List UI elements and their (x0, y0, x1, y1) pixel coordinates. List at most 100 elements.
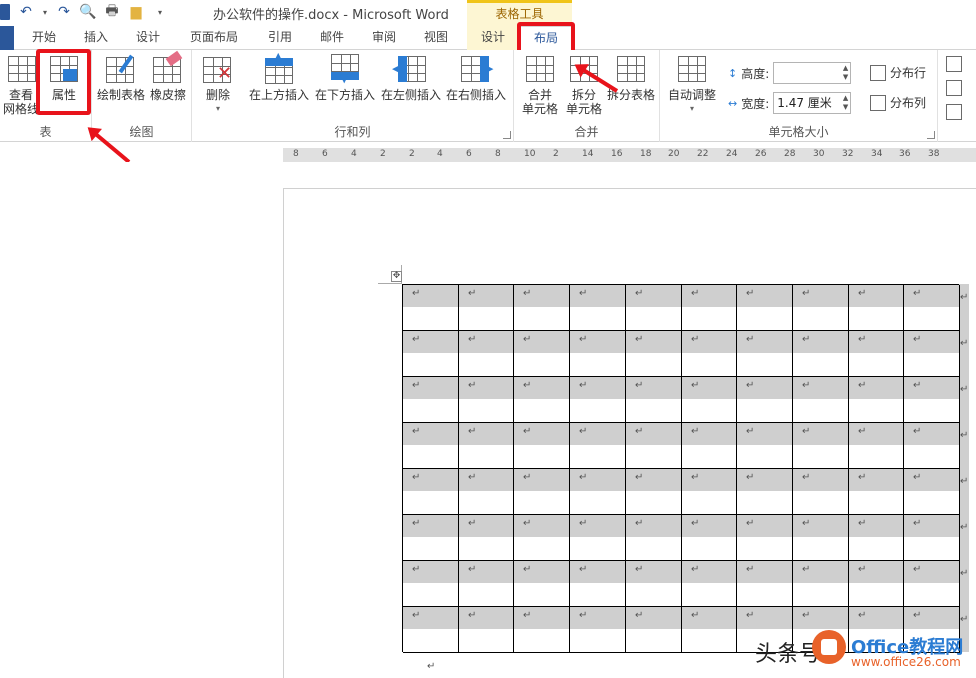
rows-columns-dialog-launcher[interactable] (503, 131, 511, 139)
table-cell[interactable]: ↵ (849, 285, 904, 331)
table-cell[interactable]: ↵ (626, 423, 682, 469)
table-cell[interactable]: ↵ (793, 469, 849, 515)
table-cell[interactable]: ↵ (459, 377, 514, 423)
redo-icon[interactable]: ↷ (56, 4, 72, 20)
table-cell[interactable]: ↵ (682, 469, 737, 515)
table-cell[interactable]: ↵ (793, 423, 849, 469)
table-cell[interactable]: ↵ (570, 377, 626, 423)
table-cell[interactable]: ↵ (459, 423, 514, 469)
eraser-button[interactable]: 橡皮擦 (148, 50, 188, 102)
tab-view[interactable]: 视图 (418, 26, 454, 50)
table-cell[interactable]: ↵ (514, 607, 570, 653)
tab-insert[interactable]: 插入 (78, 26, 114, 50)
height-spinner-icon[interactable]: ▲ ▼ (843, 64, 848, 82)
table-cell[interactable]: ↵ (849, 377, 904, 423)
table-cell[interactable]: ↵ (626, 285, 682, 331)
tab-design[interactable]: 设计 (130, 26, 166, 50)
dropdown-icon[interactable]: ▾ (42, 4, 48, 20)
print-preview-icon[interactable]: 🔍 (79, 4, 96, 20)
table-cell[interactable]: ↵ (904, 515, 960, 561)
table-cell[interactable]: ↵ (403, 331, 459, 377)
table-cell[interactable]: ↵ (849, 515, 904, 561)
table-cell[interactable]: ↵ (570, 285, 626, 331)
align-bottom-left-icon[interactable] (946, 104, 962, 120)
table-cell[interactable]: ↵ (514, 469, 570, 515)
table-cell[interactable]: ↵ (849, 423, 904, 469)
table-cell[interactable]: ↵ (849, 331, 904, 377)
table-cell[interactable]: ↵ (737, 561, 793, 607)
table-cell[interactable]: ↵ (514, 561, 570, 607)
table-cell[interactable]: ↵ (626, 331, 682, 377)
table-cell[interactable]: ↵ (682, 331, 737, 377)
print-icon[interactable]: 🖶 (104, 3, 120, 20)
table[interactable]: ↵ ↵ ↵ ↵ ↵ ↵ ↵ ↵ ↵ ↵ ↵ ↵ ↵ ↵ ↵ ↵ ↵ ↵ ↵ ↵ ↵ ↵ ↵ ↵ ↵ ↵ ↵ ↵ ↵ ↵ ↵ ↵ ↵ ↵ ↵ ↵ ↵ ↵ ↵ ↵… (402, 284, 960, 653)
table-cell[interactable]: ↵ (793, 285, 849, 331)
table-cell[interactable]: ↵ (626, 469, 682, 515)
table-cell[interactable]: ↵ (514, 285, 570, 331)
table-cell[interactable]: ↵ (626, 515, 682, 561)
table-cell[interactable]: ↵ (403, 561, 459, 607)
table-cell[interactable]: ↵ (737, 331, 793, 377)
table-cell[interactable]: ↵ (793, 377, 849, 423)
table-cell[interactable]: ↵ (904, 423, 960, 469)
insert-below-button[interactable]: ▼ 在下方插入 (314, 54, 376, 102)
table-cell[interactable]: ↵ (849, 469, 904, 515)
table-cell[interactable]: ↵ (737, 515, 793, 561)
distribute-rows-button[interactable]: 分布行 (870, 64, 926, 81)
table-cell[interactable]: ↵ (904, 331, 960, 377)
table-cell[interactable]: ↵ (459, 515, 514, 561)
distribute-columns-button[interactable]: 分布列 (870, 94, 926, 111)
table-cell[interactable]: ↵ (570, 515, 626, 561)
table-cell[interactable]: ↵ (682, 561, 737, 607)
table-cell[interactable]: ↵ (403, 423, 459, 469)
tab-home[interactable]: 开始 (26, 26, 62, 50)
table-cell[interactable]: ↵ (570, 331, 626, 377)
tab-review[interactable]: 审阅 (366, 26, 402, 50)
table-cell[interactable]: ↵ (626, 561, 682, 607)
table-cell[interactable]: ↵ (570, 469, 626, 515)
draw-table-button[interactable]: 绘制表格 (94, 54, 148, 102)
horizontal-ruler[interactable]: 8 6 4 2 2 4 6 8 10 2 14 16 18 20 22 24 26 28 30 32 34 36 38 (283, 148, 976, 162)
tab-references[interactable]: 引用 (262, 26, 298, 50)
insert-left-button[interactable]: ◀ 在左侧插入 (380, 54, 442, 102)
save-icon[interactable] (0, 4, 10, 20)
tab-table-design[interactable]: 设计 (467, 26, 519, 50)
table-cell[interactable]: ↵ (737, 469, 793, 515)
table-cell[interactable]: ↵ (904, 469, 960, 515)
delete-button[interactable]: ✕ 删除 ▾ (196, 54, 240, 116)
table-cell[interactable]: ↵ (514, 423, 570, 469)
split-table-button[interactable]: 拆分表格 (604, 54, 658, 102)
insert-right-button[interactable]: ▶ 在右侧插入 (444, 54, 508, 102)
customize-qat-icon[interactable]: ▾ (152, 4, 168, 20)
undo-icon[interactable]: ↶ (18, 4, 34, 20)
table-cell[interactable]: ↵ (626, 607, 682, 653)
table-cell[interactable]: ↵ (403, 469, 459, 515)
cell-size-dialog-launcher[interactable] (927, 131, 935, 139)
table-cell[interactable]: ↵ (459, 607, 514, 653)
file-tab[interactable] (0, 26, 14, 50)
table-cell[interactable]: ↵ (793, 561, 849, 607)
table-cell[interactable]: ↵ (403, 607, 459, 653)
height-input[interactable]: ▲ ▼ (773, 62, 852, 84)
table-cell[interactable]: ↵ (904, 377, 960, 423)
table-cell[interactable]: ↵ (682, 377, 737, 423)
table-cell[interactable]: ↵ (737, 423, 793, 469)
merge-cells-button[interactable]: 合并 单元格 (518, 54, 562, 116)
table-cell[interactable]: ↵ (682, 515, 737, 561)
autofit-button[interactable]: 自动调整 ▾ (664, 54, 720, 116)
table-cell[interactable]: ↵ (570, 423, 626, 469)
table-cell[interactable]: ↵ (682, 285, 737, 331)
tab-page-layout[interactable]: 页面布局 (182, 26, 246, 50)
table-cell[interactable]: ↵ (459, 469, 514, 515)
align-middle-left-icon[interactable] (946, 80, 962, 96)
table-cell[interactable]: ↵ (737, 285, 793, 331)
table-cell[interactable]: ↵ (514, 515, 570, 561)
table-cell[interactable]: ↵ (459, 561, 514, 607)
width-input[interactable]: 1.47 厘米 ▲ ▼ (773, 92, 852, 114)
table-cell[interactable]: ↵ (403, 377, 459, 423)
table-move-handle-icon[interactable]: ✥ (391, 271, 402, 282)
table-cell[interactable]: ↵ (904, 561, 960, 607)
table-cell[interactable]: ↵ (904, 285, 960, 331)
table-cell[interactable]: ↵ (570, 561, 626, 607)
table-cell[interactable]: ↵ (570, 607, 626, 653)
